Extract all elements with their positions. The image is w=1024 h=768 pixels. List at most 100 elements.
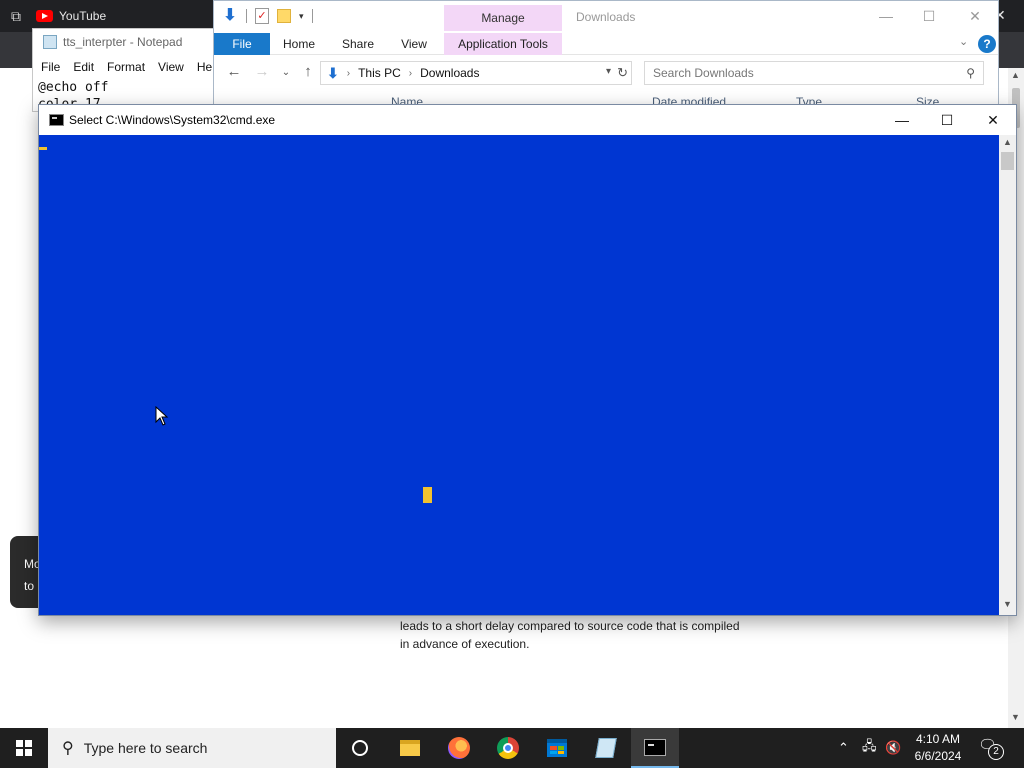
tab-share[interactable]: Share [332, 33, 384, 55]
cmd-scrollbar[interactable]: ▲ ▼ [999, 135, 1016, 615]
text-cursor [423, 487, 432, 503]
cmd-title: Select C:\Windows\System32\cmd.exe [69, 113, 276, 127]
chrome-icon [497, 737, 519, 759]
menu-format[interactable]: Format [107, 60, 145, 74]
windows-logo-icon [16, 740, 32, 756]
console-output[interactable] [39, 135, 999, 615]
search-placeholder: Search Downloads [653, 66, 754, 80]
explorer-navbar: ← → ⌄ ↑ ⬇ › This PC › Downloads ▾ ↻ Sear… [214, 57, 998, 89]
breadcrumb-downloads[interactable]: Downloads [420, 66, 479, 80]
cmd-titlebar[interactable]: Select C:\Windows\System32\cmd.exe — ☐ ✕ [39, 105, 1016, 135]
maximize-icon[interactable]: ☐ [924, 105, 970, 135]
scroll-thumb[interactable] [1001, 152, 1014, 170]
volume-muted-icon: 🔇 [885, 740, 902, 755]
action-center-button[interactable]: 🗨 2 [978, 736, 1006, 760]
network-icon: 🖧 [862, 738, 877, 753]
forward-icon[interactable]: → [252, 63, 272, 80]
scroll-up-icon[interactable]: ▲ [1011, 70, 1020, 80]
cortana-icon [352, 740, 368, 756]
article-text: leads to a short delay compared to sourc… [400, 619, 740, 651]
file-explorer-icon [400, 740, 420, 756]
menu-file[interactable]: File [41, 60, 60, 74]
explorer-titlebar[interactable]: ⬇ ✓ ▾ Manage Downloads — ☐ ✕ [214, 1, 998, 33]
search-icon: ⚲ [966, 66, 975, 80]
store-icon [547, 739, 567, 757]
taskbar-notepad[interactable] [582, 728, 630, 768]
close-icon[interactable]: ✕ [970, 105, 1016, 135]
chevron-right-icon[interactable]: › [347, 68, 350, 79]
address-bar[interactable]: ⬇ › This PC › Downloads ▾ ↻ [320, 61, 632, 85]
tab-view[interactable]: View [390, 33, 438, 55]
address-dropdown-icon[interactable]: ▾ [606, 66, 611, 77]
volume-tray[interactable]: 🔇 [885, 728, 901, 768]
scroll-up-icon[interactable]: ▲ [1003, 137, 1012, 147]
start-button[interactable] [0, 728, 48, 768]
breadcrumb-this-pc[interactable]: This PC [358, 66, 401, 80]
maximize-icon[interactable]: ☐ [919, 8, 939, 25]
notepad-menubar: File Edit Format View He [33, 55, 221, 79]
tab-home[interactable]: Home [274, 33, 324, 55]
tab-actions-icon[interactable]: ⧉ [7, 7, 25, 25]
search-input[interactable]: Search Downloads ⚲ [644, 61, 984, 85]
browser-tab-youtube[interactable]: YouTube [36, 6, 106, 26]
chevron-up-icon: ⌃ [838, 740, 849, 755]
back-icon[interactable]: ← [224, 63, 244, 80]
taskbar-search-placeholder: Type here to search [83, 740, 208, 756]
clock[interactable]: 4:10 AM 6/6/2024 [908, 731, 968, 765]
menu-help[interactable]: He [197, 60, 212, 74]
close-icon[interactable]: ✕ [965, 8, 985, 25]
taskbar-file-explorer[interactable] [386, 728, 434, 768]
taskbar-chrome[interactable] [484, 728, 532, 768]
download-arrow-icon[interactable]: ⬇ [222, 7, 238, 25]
customize-dropdown-icon[interactable]: ▾ [299, 11, 304, 22]
taskbar: ⚲ Type here to search ⌃ 🖧 🔇 4:10 AM 6/6/… [0, 728, 1024, 768]
taskbar-store[interactable] [533, 728, 581, 768]
downloads-icon: ⬇ [327, 64, 339, 81]
clock-date: 6/6/2024 [914, 749, 962, 763]
selection-cursor [39, 147, 47, 150]
notepad-titlebar[interactable]: tts_interpter - Notepad [33, 29, 221, 55]
quick-access-toolbar: ⬇ ✓ ▾ [222, 7, 313, 25]
browser-tab-label: YouTube [59, 9, 107, 23]
minimize-icon[interactable]: — [879, 105, 925, 135]
clock-time: 4:10 AM [915, 732, 961, 746]
youtube-icon [36, 10, 53, 22]
new-folder-icon[interactable] [277, 9, 291, 23]
task-view-button[interactable] [336, 728, 384, 768]
notepad-title: tts_interpter - Notepad [63, 35, 183, 49]
search-icon: ⚲ [62, 740, 74, 757]
refresh-icon[interactable]: ↻ [617, 65, 628, 81]
file-explorer-window[interactable]: ⬇ ✓ ▾ Manage Downloads — ☐ ✕ File Home S… [213, 0, 999, 112]
properties-icon[interactable]: ✓ [255, 8, 269, 24]
tab-application-tools[interactable]: Application Tools [444, 33, 562, 55]
cmd-window[interactable]: Select C:\Windows\System32\cmd.exe — ☐ ✕… [38, 104, 1017, 616]
explorer-title: Downloads [576, 10, 636, 24]
show-hidden-icons[interactable]: ⌃ [838, 728, 849, 768]
tab-file[interactable]: File [214, 33, 270, 55]
notepad-window[interactable]: tts_interpter - Notepad File Edit Format… [32, 28, 222, 112]
chevron-right-icon[interactable]: › [409, 68, 412, 79]
network-tray[interactable]: 🖧 [862, 728, 877, 768]
menu-view[interactable]: View [158, 60, 184, 74]
text-line: @echo off [38, 80, 109, 95]
help-icon[interactable]: ? [978, 35, 996, 53]
expand-ribbon-icon[interactable]: ⌄ [959, 35, 968, 48]
notepad-icon [43, 35, 57, 49]
ribbon-tabs: File Home Share View Application Tools ⌄… [214, 33, 998, 55]
taskbar-firefox[interactable] [435, 728, 483, 768]
cmd-icon [49, 114, 64, 126]
taskbar-cmd[interactable] [631, 728, 679, 768]
minimize-icon[interactable]: — [876, 8, 896, 24]
recent-locations-icon[interactable]: ⌄ [276, 67, 296, 78]
scroll-down-icon[interactable]: ▼ [1003, 599, 1012, 609]
menu-edit[interactable]: Edit [73, 60, 94, 74]
cmd-icon [644, 738, 666, 756]
notification-count: 2 [988, 744, 1004, 760]
divider [311, 9, 313, 23]
up-icon[interactable]: ↑ [298, 63, 318, 80]
firefox-icon [448, 737, 470, 759]
scroll-down-icon[interactable]: ▼ [1011, 712, 1020, 722]
manage-context-tab[interactable]: Manage [444, 5, 562, 31]
notepad-icon [595, 738, 617, 758]
taskbar-search[interactable]: ⚲ Type here to search [48, 728, 336, 768]
